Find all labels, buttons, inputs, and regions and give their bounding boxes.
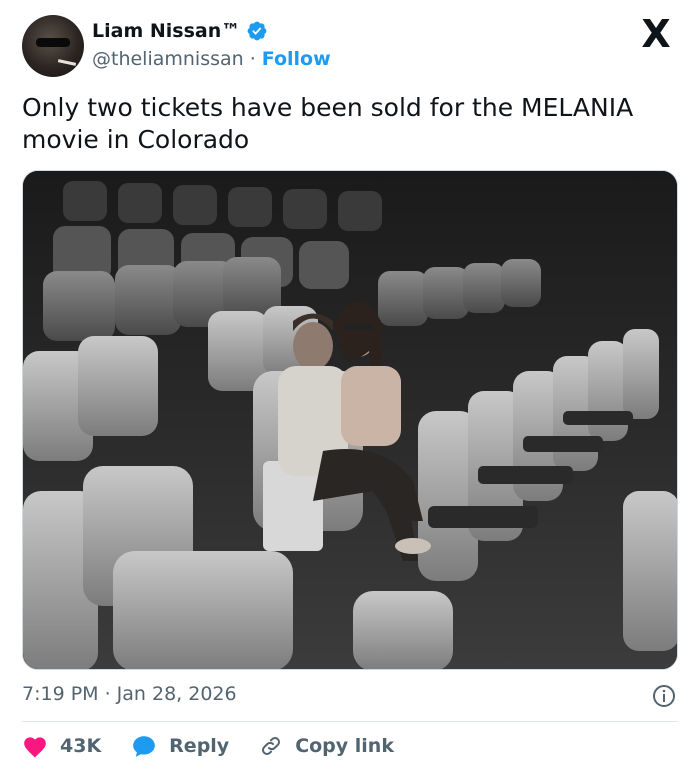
author-name-row: Liam Nissan™ xyxy=(92,20,268,42)
likes-count: 43K xyxy=(60,735,102,757)
avatar-detail xyxy=(57,59,77,66)
reply-button[interactable]: Reply xyxy=(131,734,229,758)
x-logo-icon[interactable]: X xyxy=(636,15,676,53)
reply-label: Reply xyxy=(169,735,230,757)
follow-button[interactable]: Follow xyxy=(262,48,331,70)
author-avatar[interactable] xyxy=(22,15,84,77)
theater-photo-illustration xyxy=(23,171,677,669)
verified-badge-icon xyxy=(247,21,267,41)
avatar-glasses xyxy=(36,38,70,47)
separator-dot: · xyxy=(249,48,256,70)
author-handle[interactable]: @theliamnissan xyxy=(92,48,244,70)
copy-link-label: Copy link xyxy=(295,735,394,757)
copy-link-button[interactable]: Copy link xyxy=(259,734,394,758)
tweet-media-photo[interactable] xyxy=(22,170,678,670)
link-icon xyxy=(262,737,281,755)
tweet-timestamp[interactable]: 7:19 PM · Jan 28, 2026 xyxy=(22,683,237,705)
tweet-text: Only two tickets have been sold for the … xyxy=(22,93,634,154)
divider xyxy=(22,721,678,722)
heart-icon xyxy=(24,737,46,758)
author-display-name[interactable]: Liam Nissan™ xyxy=(92,20,240,42)
author-handle-row: @theliamnissan · Follow xyxy=(92,48,331,70)
info-icon[interactable] xyxy=(652,684,676,708)
like-button[interactable]: 43K xyxy=(22,734,101,758)
speech-bubble-icon xyxy=(133,736,156,757)
tweet-actions: 43K Reply Copy link xyxy=(22,734,424,758)
